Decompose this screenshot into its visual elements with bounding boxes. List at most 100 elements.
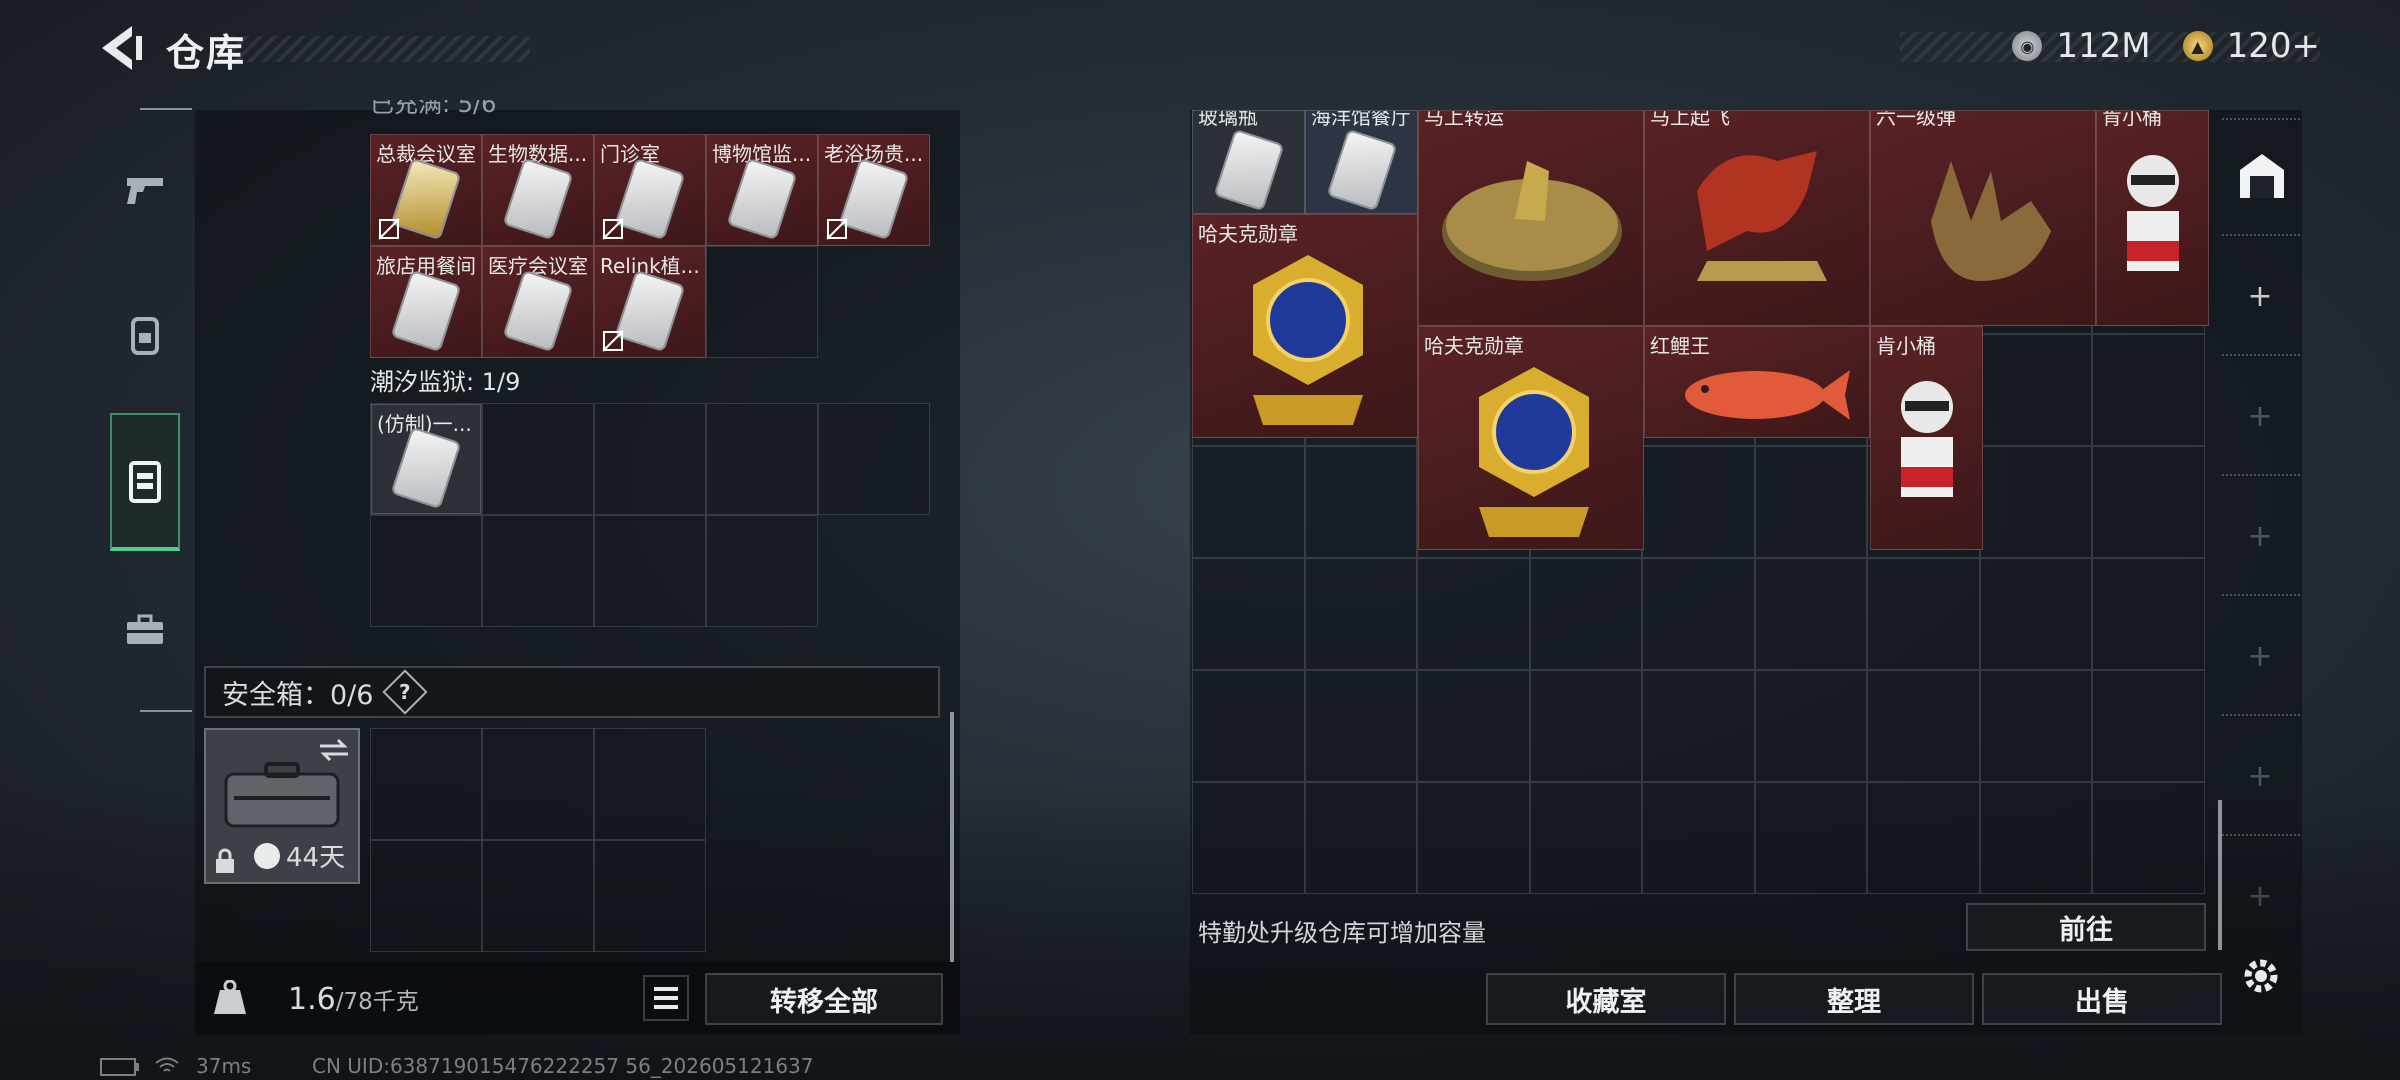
collection-button[interactable]: 收藏室 [1486,973,1726,1025]
stash-slot[interactable] [1642,670,1755,782]
back-arrow-icon[interactable] [96,22,144,74]
key-slot-empty[interactable] [706,515,818,627]
stash-page-icon[interactable] [2236,150,2288,202]
help-icon[interactable]: ? [382,669,429,715]
safe-slot-empty[interactable] [594,840,706,952]
stash-slot[interactable] [1417,782,1530,894]
stash-slot[interactable] [1754,670,1867,782]
clock-icon [254,842,280,869]
key-item[interactable]: 博物馆监... [706,134,818,246]
key-item[interactable]: 医疗会议室 [482,246,594,358]
stash-slot[interactable] [1867,558,1980,670]
key-item[interactable]: 旅店用餐间 [370,246,482,358]
stash-slot[interactable] [1642,782,1755,894]
key-slot-empty[interactable] [482,515,594,627]
keycard-icon [504,271,572,350]
safe-slot-empty[interactable] [482,840,594,952]
key-item[interactable]: 生物数据... [482,134,594,246]
stash-item[interactable]: 肯小桶 [2096,110,2209,326]
stash-item[interactable]: 哈夫克勋章 [1192,214,1418,438]
item-label: 六一级弹 [1876,110,1956,129]
stash-slot[interactable] [1867,782,1980,894]
coin-amount: 120+ [2226,26,2320,66]
stash-slot[interactable] [1192,782,1305,894]
key-slot-empty[interactable] [818,403,930,515]
stash-item[interactable]: 红鲤王 [1644,326,1870,438]
stash-slot[interactable] [1529,558,1642,670]
stash-slot[interactable] [1867,670,1980,782]
rail-divider [2222,354,2300,356]
stash-slot[interactable] [1979,782,2092,894]
stash-slot[interactable] [1529,670,1642,782]
stash-item[interactable]: 玻璃瓶 [1192,110,1305,214]
key-item[interactable]: Relink植... [594,246,706,358]
stash-slot[interactable] [1529,782,1642,894]
stash-slot[interactable] [2092,782,2205,894]
stash-item[interactable]: 哈夫克勋章 [1418,326,1644,550]
left-scrollbar[interactable] [950,712,954,962]
key-item[interactable]: 门诊室 [594,134,706,246]
stash-slot[interactable] [1754,446,1867,558]
sell-button[interactable]: 出售 [1982,973,2222,1025]
stash-slot[interactable] [1642,446,1755,558]
safe-box-slot[interactable]: 44天 [204,728,360,884]
key-slot-empty[interactable] [482,403,594,515]
safe-slot-empty[interactable] [594,728,706,840]
swap-icon[interactable] [318,738,350,762]
settings-gear-icon[interactable] [2240,955,2282,997]
add-page-icon: + [2247,639,2273,674]
stash-item[interactable]: 肯小桶 [1870,326,1983,550]
stash-slot[interactable] [2092,558,2205,670]
goto-button[interactable]: 前往 [1966,903,2206,951]
transfer-all-button[interactable]: 转移全部 [705,973,943,1025]
nav-vest-tab[interactable] [110,413,180,551]
keycard-icon [840,159,908,238]
key-slot-empty[interactable] [706,246,818,358]
stash-slot[interactable] [1304,446,1417,558]
stash-slot[interactable] [2092,670,2205,782]
stash-item[interactable]: 马上转运 [1418,110,1644,326]
key-item[interactable]: 老浴场贵... [818,134,930,246]
stash-slot[interactable] [1417,670,1530,782]
nav-backpack-tab[interactable] [110,290,180,380]
stash-slot[interactable] [1304,558,1417,670]
organize-button[interactable]: 整理 [1734,973,1974,1025]
stash-slot[interactable] [1192,670,1305,782]
key-item[interactable]: 总裁会议室 [370,134,482,246]
keycard-icon [504,159,572,238]
stash-item[interactable]: 六一级弹 [1870,110,2096,326]
key-slot-empty[interactable] [370,515,482,627]
bullet-hand-icon [1931,161,2051,281]
stash-slot[interactable] [1754,782,1867,894]
key-slot-empty[interactable] [594,403,706,515]
stash-slot[interactable] [1192,558,1305,670]
stash-slot[interactable] [1192,446,1305,558]
key-item[interactable]: (仿制)一... [371,404,481,514]
key-section-header: 已充满: 5/6 [370,100,497,118]
key-slot-empty[interactable] [706,403,818,515]
stash-slot[interactable] [1304,670,1417,782]
stash-slot[interactable] [1642,558,1755,670]
list-icon[interactable] [643,975,689,1021]
key-slot-empty[interactable] [594,515,706,627]
stash-slot[interactable] [1979,446,2092,558]
nav-weapon-tab[interactable] [110,145,180,235]
stash-slot[interactable] [1979,334,2092,446]
keycard-icon [1215,131,1282,209]
stash-scrollbar[interactable] [2218,800,2222,950]
stash-slot[interactable] [2092,446,2205,558]
stash-slot[interactable] [1417,558,1530,670]
safe-slot-empty[interactable] [482,728,594,840]
add-page-icon[interactable]: + [2245,282,2275,312]
stash-slot[interactable] [1754,558,1867,670]
stash-item[interactable]: 马上起飞 [1644,110,1870,326]
stash-slot[interactable] [2092,334,2205,446]
safe-slot-empty[interactable] [370,840,482,952]
safe-slot-empty[interactable] [370,728,482,840]
stash-slot[interactable] [1304,782,1417,894]
stash-item[interactable]: 海洋馆餐厅 [1305,110,1418,214]
nav-case-tab[interactable] [110,585,180,675]
stash-slot[interactable] [1979,558,2092,670]
stash-slot[interactable] [1979,670,2092,782]
key-slot[interactable]: (仿制)一... [370,403,482,515]
